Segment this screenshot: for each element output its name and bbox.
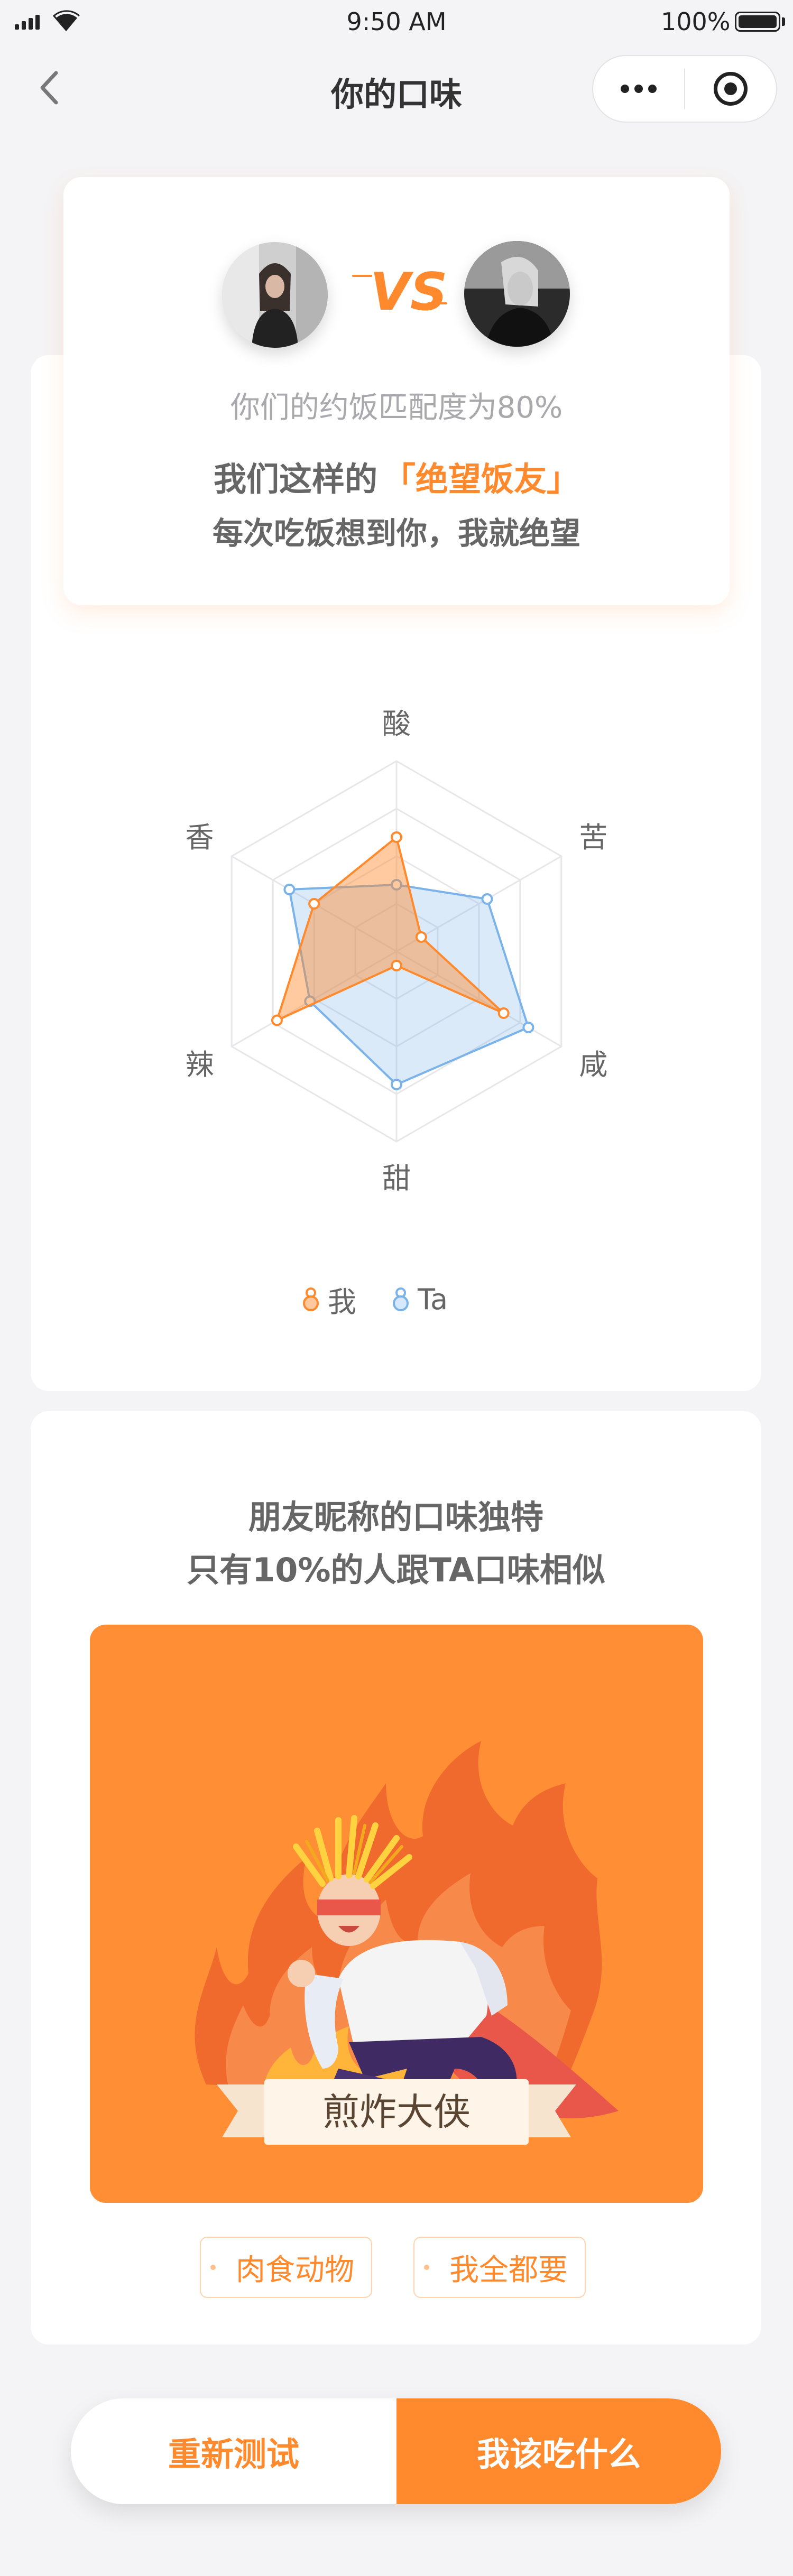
more-dots-icon [621, 85, 657, 93]
radar-axis-label: 咸 [579, 1048, 607, 1081]
battery-percent: 100% [661, 7, 731, 36]
radar-point-me [391, 831, 402, 843]
radar-point-me [497, 1007, 510, 1019]
radar-point-me [415, 931, 427, 943]
radar-point-ta [481, 893, 493, 905]
ta-avatar [464, 241, 570, 347]
unique-title: 朋友昵称的口味独特 [248, 1498, 543, 1536]
legend-ta-icon [393, 1287, 409, 1311]
match-type-highlight: 「绝望饭友」 [383, 460, 580, 498]
target-icon [714, 72, 748, 106]
status-bar: 9:50 AM 100% [0, 0, 793, 47]
match-score-text: 你们的约饭匹配度为80% [230, 391, 563, 425]
vs-text: VS [370, 262, 447, 322]
radar-axis-label: 酸 [382, 707, 411, 740]
what-to-eat-button[interactable]: 我该吃什么 [396, 2398, 721, 2504]
vs-logo: VS [352, 262, 447, 322]
retest-button[interactable]: 重新测试 [71, 2398, 396, 2504]
radar-point-me [271, 1014, 283, 1026]
match-type-prefix: 我们这样的 [213, 460, 377, 498]
radar-axis-label: 甜 [382, 1162, 411, 1195]
radar-point-ta [391, 1079, 402, 1090]
chart-legend: 我 Ta [301, 1278, 483, 1320]
radar-point-ta [522, 1022, 534, 1033]
radar-point-ta [283, 884, 296, 895]
radar-axis-label: 苦 [579, 821, 607, 854]
radar-axis-label: 辣 [186, 1048, 214, 1081]
legend-ta-label: Ta [418, 1282, 448, 1316]
legend-item-ta: Ta [391, 1283, 448, 1316]
taste-radar-chart: 酸苦咸甜 辣 香 [186, 707, 608, 1195]
taste-tag-all[interactable]: 我全都要 [413, 2237, 586, 2298]
radar-point-me [308, 898, 320, 910]
mini-program-capsule [592, 55, 777, 123]
unique-subtitle: 只有10%的人跟TA口味相似 [187, 1551, 605, 1589]
bottom-action-bar: 重新测试 我该吃什么 [71, 2398, 721, 2504]
match-type-text: 我们这样的 「绝望饭友」 [63, 452, 730, 500]
taste-tag-meat[interactable]: 肉食动物 [200, 2237, 372, 2298]
legend-me-icon [303, 1287, 319, 1311]
hero-banner-text: 煎炸大侠 [322, 2090, 471, 2134]
battery-icon [735, 12, 780, 32]
legend-item-me: 我 [301, 1278, 356, 1320]
battery-cap [782, 17, 785, 26]
taste-hero-illustration: 煎炸大侠 [90, 1625, 703, 2203]
radar-point-me [391, 960, 402, 971]
my-avatar [222, 242, 328, 348]
legend-me-label: 我 [328, 1285, 356, 1319]
match-description: 每次吃饭想到你，我就绝望 [212, 515, 580, 551]
more-button[interactable] [593, 56, 684, 122]
close-button[interactable] [685, 56, 776, 122]
radar-axis-label: 香 [186, 821, 214, 854]
